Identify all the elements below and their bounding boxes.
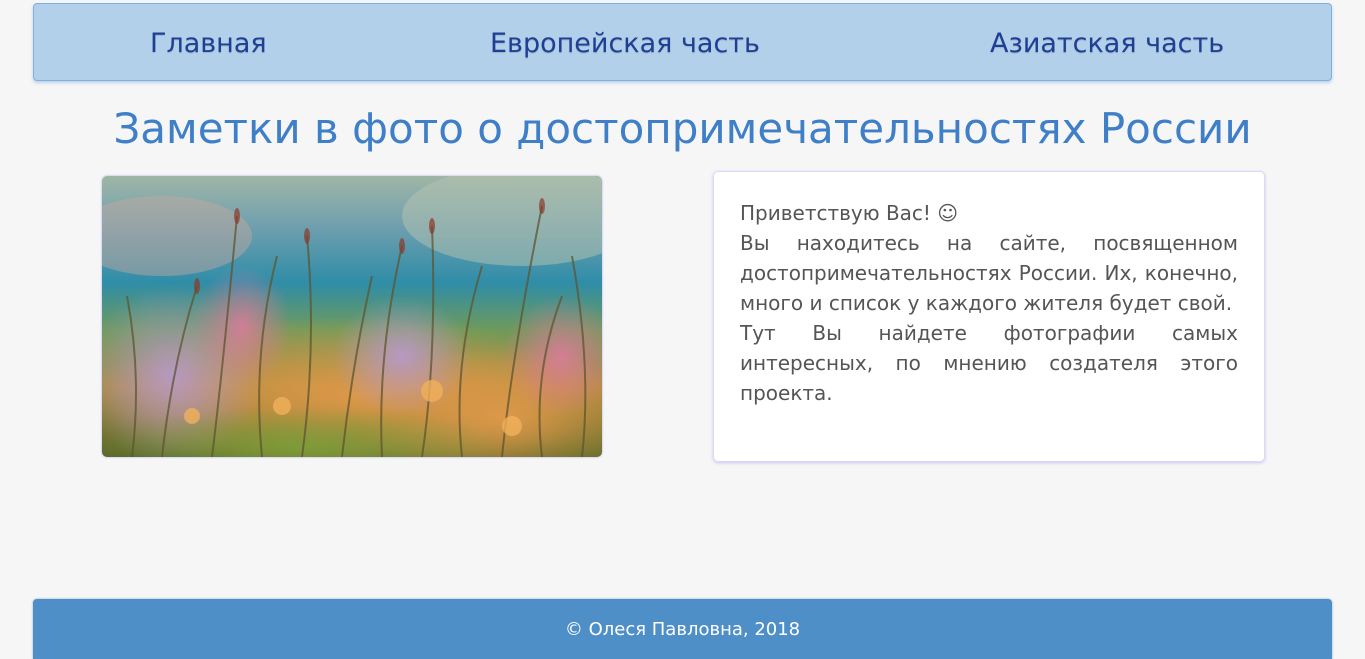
top-navigation: Главная Европейская часть Азиатская част… bbox=[33, 3, 1332, 81]
page: Главная Европейская часть Азиатская част… bbox=[0, 0, 1365, 659]
meadow-photo bbox=[102, 176, 602, 457]
greeting-text: Приветствую Вас! ☺ bbox=[740, 201, 959, 225]
footer-copyright: © Олеся Павловна, 2018 bbox=[564, 619, 801, 640]
intro-paragraph-1: Вы находитесь на сайте, посвященном дост… bbox=[740, 231, 1238, 315]
welcome-card: Приветствую Вас! ☺ Вы находитесь на сайт… bbox=[713, 171, 1265, 462]
nav-link-home[interactable]: Главная bbox=[150, 28, 267, 59]
page-title: Заметки в фото о достопримечательностях … bbox=[113, 104, 1252, 153]
nav-link-european-part[interactable]: Европейская часть bbox=[490, 28, 760, 59]
intro-paragraph-2: Тут Вы найдете фотографии самых интересн… bbox=[740, 321, 1238, 405]
nav-link-asian-part[interactable]: Азиатская часть bbox=[990, 28, 1224, 59]
footer: © Олеся Павловна, 2018 bbox=[33, 599, 1332, 659]
